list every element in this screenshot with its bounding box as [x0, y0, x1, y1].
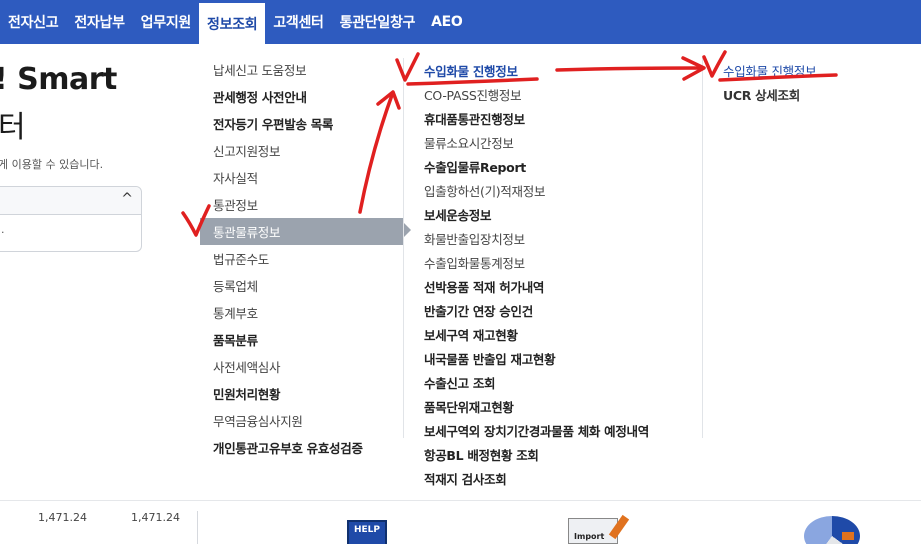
hero-title: ! Smart — [0, 62, 117, 97]
hero-description: 게 이용할 수 있습니다. — [0, 158, 104, 171]
menu-item-air-bl[interactable]: 항공BL 배정현황 조회 — [411, 442, 649, 466]
menu-item-import-cargo-progress[interactable]: 수입화물 진행정보 — [411, 58, 649, 82]
menu-item-ship-supplies[interactable]: 선박용품 적재 허가내역 — [411, 274, 649, 298]
menu-item-port-loading[interactable]: 입출항하선(기)적재정보 — [411, 178, 649, 202]
menu-item-stat-codes[interactable]: 통계부호 — [200, 299, 404, 326]
menu-item-loading-inspection[interactable]: 적재지 검사조회 — [411, 466, 649, 490]
menu-item-item-inventory[interactable]: 품목단위재고현황 — [411, 394, 649, 418]
nav-item-business-support[interactable]: 업무지원 — [133, 0, 199, 44]
menu-item-pccc-validation[interactable]: 개인통관고유부호 유효성검증 — [200, 434, 404, 461]
menu-item-baggage-clearance[interactable]: 휴대품통관진행정보 — [411, 106, 649, 130]
menu-column-categories: 납세신고 도움정보 관세행정 사전안내 전자등기 우편발송 목록 신고지원정보 … — [200, 56, 411, 461]
menu-item-export-inquiry[interactable]: 수출신고 조회 — [411, 370, 649, 394]
menu-item-bonded-transport[interactable]: 보세운송정보 — [411, 202, 649, 226]
nav-item-e-filing[interactable]: 전자신고 — [0, 0, 66, 44]
nav-item-single-window[interactable]: 통관단일창구 — [332, 0, 423, 44]
menu-item-clearance-info[interactable]: 통관정보 — [200, 191, 404, 218]
menu-item-trade-finance[interactable]: 무역금융심사지원 — [200, 407, 404, 434]
hero-subtitle: 터 — [0, 110, 26, 145]
menu-item-pre-tax-review[interactable]: 사전세액심사 — [200, 353, 404, 380]
menu-item-overdue-goods[interactable]: 보세구역외 장치기간경과물품 체화 예정내역 — [411, 418, 649, 442]
nav-item-customer-center[interactable]: 고객센터 — [265, 0, 331, 44]
menu-item-logistics-report[interactable]: 수출입물류Report — [411, 154, 649, 178]
menu-item-registered-mail[interactable]: 전자등기 우편발송 목록 — [200, 110, 404, 137]
menu-column-import-cargo: 수입화물 진행정보 UCR 상세조회 — [710, 58, 817, 106]
import-icon[interactable]: Import — [568, 514, 630, 544]
collapsible-panel: ^ . — [0, 186, 142, 252]
menu-item-import-cargo-progress-sub[interactable]: 수입화물 진행정보 — [710, 58, 817, 82]
column-divider — [403, 58, 404, 438]
menu-item-classification[interactable]: 품목분류 — [200, 326, 404, 353]
bottom-content-strip: 1,471.24 1,471.24 — [0, 500, 921, 544]
menu-item-cargo-stats[interactable]: 수출입화물통계정보 — [411, 250, 649, 274]
rate-value: 1,471.24 — [131, 511, 180, 524]
menu-item-company-record[interactable]: 자사실적 — [200, 164, 404, 191]
menu-item-registered-companies[interactable]: 등록업체 — [200, 272, 404, 299]
top-navigation: 전자신고 전자납부 업무지원 정보조회 고객센터 통관단일창구 AEO — [0, 0, 921, 44]
divider — [197, 511, 198, 544]
nav-item-e-payment[interactable]: 전자납부 — [66, 0, 132, 44]
help-icon[interactable]: HELP — [347, 520, 387, 544]
menu-item-copass-progress[interactable]: CO-PASS진행정보 — [411, 82, 649, 106]
column-divider — [702, 58, 703, 438]
menu-item-petition-status[interactable]: 민원처리현황 — [200, 380, 404, 407]
menu-item-filing-support[interactable]: 신고지원정보 — [200, 137, 404, 164]
panel-header[interactable]: ^ — [0, 187, 141, 215]
menu-item-logistics-time[interactable]: 물류소요시간정보 — [411, 130, 649, 154]
rate-value: 1,471.24 — [38, 511, 87, 524]
menu-item-tax-help[interactable]: 납세신고 도움정보 — [200, 56, 404, 83]
chevron-up-icon[interactable]: ^ — [121, 191, 133, 207]
menu-item-bonded-inventory[interactable]: 보세구역 재고현황 — [411, 322, 649, 346]
menu-column-logistics: 수입화물 진행정보 CO-PASS진행정보 휴대품통관진행정보 물류소요시간정보… — [411, 58, 649, 490]
menu-item-ucr-detail[interactable]: UCR 상세조회 — [710, 82, 816, 106]
menu-item-cargo-storage[interactable]: 화물반출입장치정보 — [411, 226, 649, 250]
nav-item-info-inquiry[interactable]: 정보조회 — [198, 3, 266, 44]
menu-item-customs-notice[interactable]: 관세행정 사전안내 — [200, 83, 404, 110]
menu-item-clearance-logistics[interactable]: 통관물류정보 — [200, 218, 411, 245]
menu-item-compliance[interactable]: 법규준수도 — [200, 245, 404, 272]
menu-item-extension-approval[interactable]: 반출기간 연장 승인건 — [411, 298, 649, 322]
menu-item-domestic-inventory[interactable]: 내국물품 반출입 재고현황 — [411, 346, 649, 370]
panel-content: . — [1, 223, 5, 236]
nav-item-aeo[interactable]: AEO — [423, 0, 470, 44]
